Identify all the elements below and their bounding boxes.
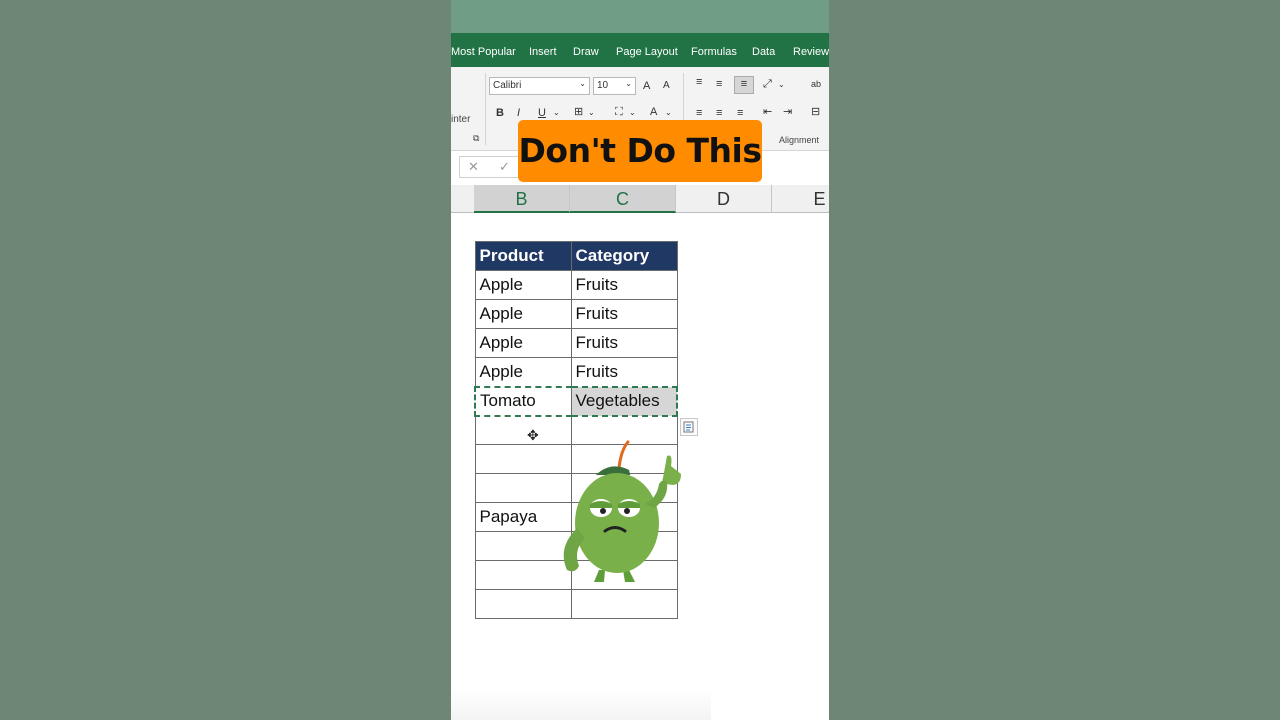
orientation-icon[interactable]: ⤢	[763, 77, 772, 91]
align-right-icon[interactable]: ≡	[737, 106, 743, 120]
fill-color-icon[interactable]: ⛶	[615, 105, 623, 119]
clipboard-label: inter	[451, 114, 471, 125]
alignment-group-label: Alignment	[779, 135, 820, 145]
chevron-down-icon: ⌄	[625, 79, 632, 88]
cell-product[interactable]	[474, 444, 572, 474]
column-header-b[interactable]: B	[474, 185, 570, 213]
wrap-text-icon[interactable]: ab	[811, 77, 821, 91]
cell-product[interactable]	[474, 560, 572, 590]
column-header-e[interactable]: E	[772, 185, 829, 213]
cell-category[interactable]	[570, 589, 678, 619]
tab-review[interactable]: Review	[793, 46, 829, 58]
column-header-c[interactable]: C	[570, 185, 676, 213]
header-cell-category[interactable]: Category	[570, 241, 678, 271]
font-name-value: Calibri	[493, 80, 522, 91]
bottom-shadow	[451, 688, 711, 720]
ribbon-tabs: Most Popular Insert Draw Page Layout For…	[451, 33, 829, 67]
italic-button[interactable]: I	[517, 106, 520, 120]
cell-product[interactable]	[474, 415, 572, 445]
align-top-icon[interactable]: ≡	[696, 75, 702, 89]
font-size-box[interactable]: 10 ⌄	[593, 77, 636, 95]
increase-indent-icon[interactable]: ⇥	[783, 105, 792, 119]
header-cell-product[interactable]: Product	[474, 241, 572, 271]
tab-formulas[interactable]: Formulas	[691, 46, 737, 58]
font-name-box[interactable]: Calibri ⌄	[489, 77, 590, 95]
chevron-down-icon[interactable]: ⌄	[588, 106, 595, 120]
tab-draw[interactable]: Draw	[573, 46, 599, 58]
chevron-down-icon[interactable]: ⌄	[665, 106, 672, 120]
table-row: Apple Fruits	[474, 299, 678, 329]
table-header-row: Product Category	[474, 241, 678, 271]
paste-options-icon[interactable]	[680, 418, 698, 436]
table-row	[474, 589, 678, 619]
cell-category[interactable]: Fruits	[570, 299, 678, 329]
column-headers: B C D E	[451, 185, 829, 213]
shrink-font-icon[interactable]: A	[663, 79, 670, 93]
cell-category[interactable]: Fruits	[570, 357, 678, 387]
column-header-d[interactable]: D	[676, 185, 772, 213]
chevron-down-icon[interactable]: ⌄	[629, 106, 636, 120]
cell-product[interactable]: Apple	[474, 270, 572, 300]
cell-category[interactable]: Fruits	[570, 328, 678, 358]
green-apple-mascot-icon	[563, 440, 681, 582]
table-row: Apple Fruits	[474, 328, 678, 358]
tab-insert[interactable]: Insert	[529, 46, 557, 58]
align-left-icon[interactable]: ≡	[696, 106, 702, 120]
title-bar	[451, 0, 829, 33]
font-size-value: 10	[597, 80, 609, 91]
cell-product[interactable]: Apple	[474, 328, 572, 358]
cell-product[interactable]: Apple	[474, 299, 572, 329]
cell-product[interactable]: Tomato	[474, 385, 572, 417]
cell-product[interactable]	[474, 589, 572, 619]
align-bottom-icon[interactable]: ≡	[734, 76, 754, 94]
merge-center-icon[interactable]: ⊟	[811, 105, 820, 119]
underline-button[interactable]: U	[538, 106, 546, 120]
excel-window: Most Popular Insert Draw Page Layout For…	[451, 0, 829, 720]
copied-row: Tomato Vegetables	[474, 385, 678, 417]
cancel-icon[interactable]: ✕	[468, 159, 479, 175]
align-center-icon[interactable]: ≡	[716, 106, 722, 120]
cell-cursor-icon: ✥	[527, 427, 539, 443]
align-middle-icon[interactable]: ≡	[716, 77, 722, 91]
tab-data[interactable]: Data	[752, 46, 775, 58]
tab-page-layout[interactable]: Page Layout	[616, 46, 678, 58]
tab-most-popular[interactable]: Most Popular	[451, 46, 516, 58]
bold-button[interactable]: B	[496, 106, 504, 120]
cell-product[interactable]	[474, 473, 572, 503]
borders-icon[interactable]: ⊞	[574, 105, 583, 119]
cell-product[interactable]	[474, 531, 572, 561]
grow-font-icon[interactable]: A	[643, 79, 650, 93]
cell-category[interactable]: Fruits	[570, 270, 678, 300]
cell-category[interactable]: Vegetables	[570, 385, 678, 417]
decrease-indent-icon[interactable]: ⇤	[763, 105, 772, 119]
font-color-button[interactable]: A	[650, 105, 657, 119]
cell-product[interactable]: Papaya	[474, 502, 572, 532]
table-row: Apple Fruits	[474, 357, 678, 387]
cell-product[interactable]: Apple	[474, 357, 572, 387]
table-row: Apple Fruits	[474, 270, 678, 300]
chevron-down-icon[interactable]: ⌄	[778, 78, 785, 92]
warning-banner: Don't Do This	[518, 120, 762, 182]
chevron-down-icon[interactable]: ⌄	[553, 106, 560, 120]
enter-icon[interactable]: ✓	[499, 159, 510, 175]
dialog-launcher-icon[interactable]: ⧉	[473, 133, 479, 144]
chevron-down-icon: ⌄	[579, 79, 586, 88]
